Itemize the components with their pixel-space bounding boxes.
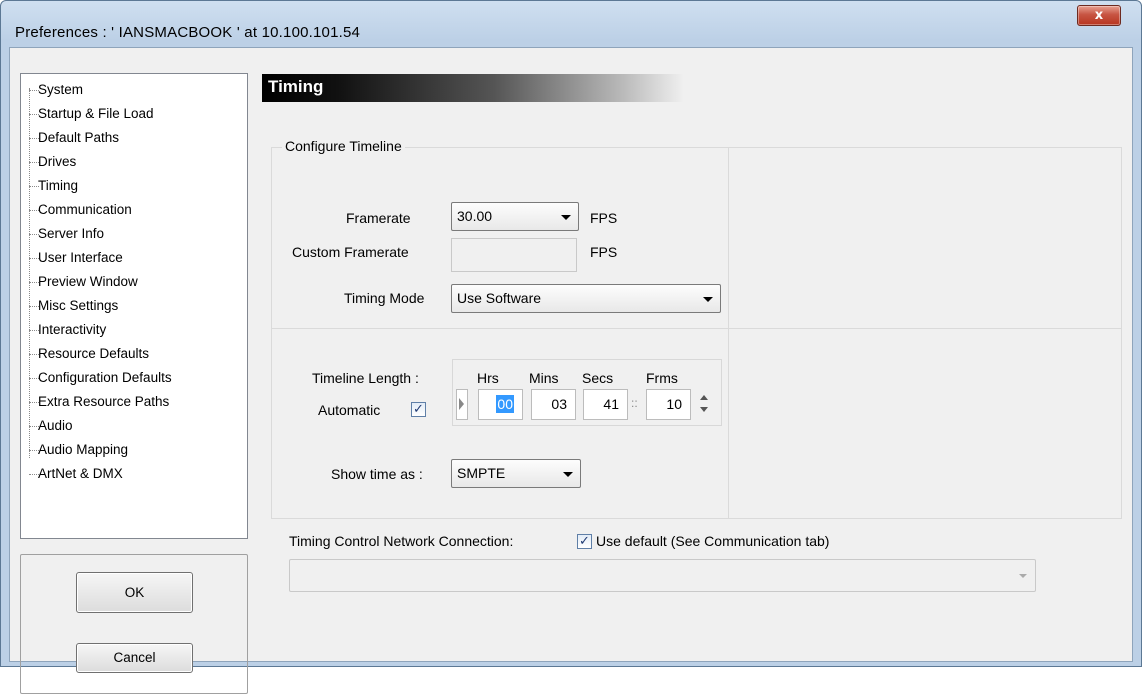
tree-item-default-paths[interactable]: Default Paths <box>25 124 245 148</box>
frames-value: 10 <box>666 396 682 412</box>
preferences-window: Preferences : ' IANSMACBOOK ' at 10.100.… <box>0 0 1142 694</box>
timing-mode-value: Use Software <box>457 290 542 306</box>
ok-button[interactable]: OK <box>76 572 193 613</box>
seconds-value: 41 <box>603 396 619 412</box>
spin-up-icon[interactable] <box>700 395 708 400</box>
use-default-checkbox[interactable]: ✓ <box>577 534 592 549</box>
tree-item-label: Audio Mapping <box>38 442 129 457</box>
tree-item-drives[interactable]: Drives <box>25 148 245 172</box>
right-empty-panel-top <box>728 147 1122 329</box>
automatic-label: Automatic <box>318 402 381 418</box>
tree-item-label: Startup & File Load <box>38 106 154 121</box>
custom-framerate-unit: FPS <box>590 244 618 260</box>
framerate-value: 30.00 <box>457 208 493 224</box>
custom-framerate-label: Custom Framerate <box>292 244 409 260</box>
tree-item-label: Resource Defaults <box>38 346 150 361</box>
show-time-as-value: SMPTE <box>457 465 506 481</box>
framerate-unit: FPS <box>590 210 618 226</box>
page-header: Timing <box>262 74 684 102</box>
show-time-as-select[interactable]: SMPTE <box>451 459 581 488</box>
play-arrow-icon <box>459 398 464 410</box>
tree-item-label: Interactivity <box>38 322 107 337</box>
tree-item-misc-settings[interactable]: Misc Settings <box>25 292 245 316</box>
right-empty-panel-bottom <box>728 328 1122 519</box>
chevron-down-icon <box>703 297 713 302</box>
title-bar: Preferences : ' IANSMACBOOK ' at 10.100.… <box>1 1 1141 47</box>
automatic-checkbox[interactable]: ✓ <box>411 402 426 417</box>
chevron-down-icon <box>561 215 571 220</box>
close-button[interactable]: x <box>1077 5 1121 26</box>
tree-item-server-info[interactable]: Server Info <box>25 220 245 244</box>
timeline-length-label: Timeline Length : <box>312 370 419 386</box>
hrs-header: Hrs <box>477 370 499 386</box>
tree-item-extra-resource-paths[interactable]: Extra Resource Paths <box>25 388 245 412</box>
tree-item-audio-mapping[interactable]: Audio Mapping <box>25 436 245 460</box>
tree-item-timing[interactable]: Timing <box>25 172 245 196</box>
tree-item-label: Timing <box>38 178 79 193</box>
tree-item-resource-defaults[interactable]: Resource Defaults <box>25 340 245 364</box>
row-indicator <box>456 389 468 420</box>
framerate-select[interactable]: 30.00 <box>451 202 579 231</box>
tree-item-configuration-defaults[interactable]: Configuration Defaults <box>25 364 245 388</box>
tree-item-startup-file-load[interactable]: Startup & File Load <box>25 100 245 124</box>
window-title: Preferences : ' IANSMACBOOK ' at 10.100.… <box>15 24 361 41</box>
secs-header: Secs <box>582 370 614 386</box>
tree-item-label: System <box>38 82 84 97</box>
dialog-buttons-panel: OK Cancel <box>20 554 248 694</box>
network-connection-select[interactable] <box>289 559 1036 592</box>
frames-field[interactable]: 10 <box>646 389 691 420</box>
timecode-spinner[interactable] <box>699 389 710 420</box>
tree-item-communication[interactable]: Communication <box>25 196 245 220</box>
tree-item-label: ArtNet & DMX <box>38 466 123 481</box>
hours-field[interactable]: 00 <box>478 389 523 420</box>
tree-item-user-interface[interactable]: User Interface <box>25 244 245 268</box>
chevron-down-icon <box>1019 574 1027 578</box>
custom-framerate-input[interactable] <box>451 238 577 272</box>
tree-item-system[interactable]: System <box>25 76 245 100</box>
cancel-button[interactable]: Cancel <box>76 643 193 673</box>
tree-item-label: Configuration Defaults <box>38 370 172 385</box>
mins-header: Mins <box>529 370 559 386</box>
configure-timeline-label: Configure Timeline <box>282 138 405 154</box>
tree-item-interactivity[interactable]: Interactivity <box>25 316 245 340</box>
frame-separator: :: <box>631 396 638 410</box>
checkmark-icon: ✓ <box>579 534 590 549</box>
tree-item-label: Misc Settings <box>38 298 119 313</box>
tree-item-label: Drives <box>38 154 77 169</box>
tree-item-label: Communication <box>38 202 132 217</box>
dialog-client-area: System Startup & File Load Default Paths… <box>9 47 1133 694</box>
timing-mode-label: Timing Mode <box>344 290 425 306</box>
tree-item-label: Server Info <box>38 226 105 241</box>
network-connection-label: Timing Control Network Connection: <box>289 533 514 549</box>
checkmark-icon: ✓ <box>413 402 424 417</box>
page-title: Timing <box>268 77 324 96</box>
tree-item-label: Default Paths <box>38 130 120 145</box>
tree-item-audio[interactable]: Audio <box>25 412 245 436</box>
preferences-tree[interactable]: System Startup & File Load Default Paths… <box>20 73 248 539</box>
framerate-label: Framerate <box>346 210 411 226</box>
frms-header: Frms <box>646 370 678 386</box>
minutes-field[interactable]: 03 <box>531 389 576 420</box>
tree-item-artnet-dmx[interactable]: ArtNet & DMX <box>25 460 245 484</box>
show-time-as-label: Show time as : <box>331 466 423 482</box>
use-default-label: Use default (See Communication tab) <box>596 533 830 549</box>
tree-item-label: Audio <box>38 418 73 433</box>
spin-down-icon[interactable] <box>700 407 708 412</box>
seconds-field[interactable]: 41 <box>583 389 628 420</box>
tree-item-preview-window[interactable]: Preview Window <box>25 268 245 292</box>
close-icon: x <box>1094 8 1104 23</box>
tree-item-label: Preview Window <box>38 274 138 289</box>
timing-mode-select[interactable]: Use Software <box>451 284 721 313</box>
tree-item-label: Extra Resource Paths <box>38 394 170 409</box>
chevron-down-icon <box>563 472 573 477</box>
hours-value: 00 <box>496 395 514 413</box>
minutes-value: 03 <box>551 396 567 412</box>
tree-item-label: User Interface <box>38 250 123 265</box>
